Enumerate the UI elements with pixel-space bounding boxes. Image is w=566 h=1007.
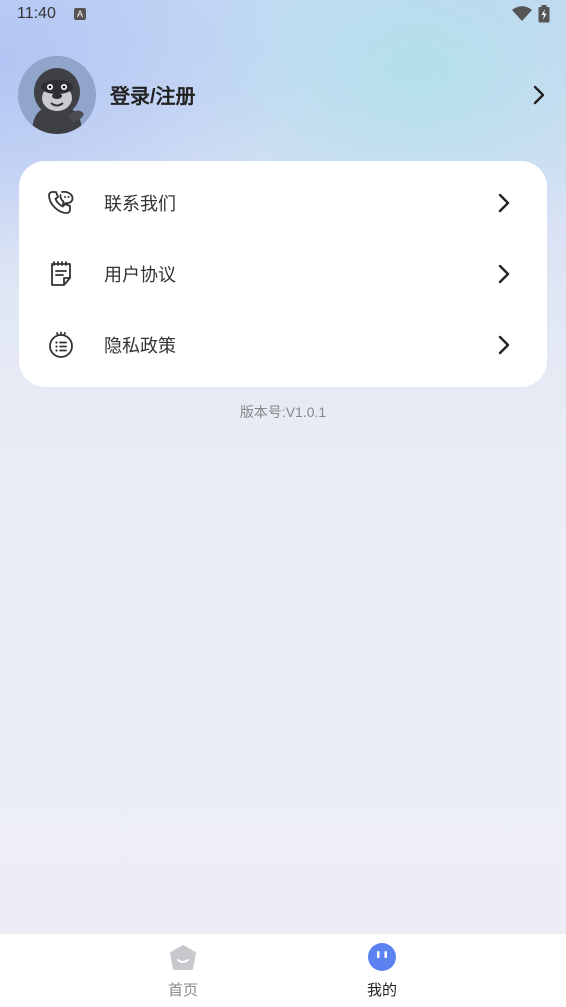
tab-bar: 首页 我的 bbox=[0, 933, 566, 1007]
wifi-icon bbox=[512, 6, 532, 21]
menu-item-label: 隐私政策 bbox=[104, 336, 176, 356]
menu-item-contact-us[interactable]: 联系我们 bbox=[19, 168, 547, 238]
chevron-right-icon bbox=[498, 264, 510, 284]
chevron-right-icon bbox=[498, 335, 510, 355]
menu-card: 联系我们 用户协议 隐私政策 bbox=[19, 161, 547, 387]
notification-icon: A bbox=[74, 8, 86, 20]
chevron-right-icon bbox=[498, 193, 510, 213]
menu-item-user-agreement[interactable]: 用户协议 bbox=[19, 239, 547, 309]
tab-label: 首页 bbox=[167, 982, 198, 999]
home-tab-icon bbox=[170, 945, 196, 970]
tab-home[interactable]: 首页 bbox=[113, 934, 253, 1007]
document-icon bbox=[51, 261, 71, 286]
menu-item-label: 联系我们 bbox=[104, 194, 176, 214]
status-bar: 11:40 A bbox=[0, 0, 566, 30]
avatar[interactable] bbox=[18, 56, 96, 134]
menu-item-label: 用户协议 bbox=[104, 265, 176, 285]
menu-item-privacy-policy[interactable]: 隐私政策 bbox=[19, 310, 547, 380]
gorilla-avatar-icon bbox=[18, 56, 96, 134]
chevron-right-icon[interactable] bbox=[532, 84, 546, 106]
profile-tab-icon bbox=[368, 943, 396, 971]
list-face-icon bbox=[49, 331, 73, 358]
version-label: 版本号:V1.0.1 bbox=[239, 404, 327, 420]
tab-mine[interactable]: 我的 bbox=[312, 934, 452, 1007]
battery-icon bbox=[538, 5, 550, 23]
page-background bbox=[0, 0, 566, 1006]
tab-label: 我的 bbox=[366, 982, 397, 999]
status-time: 11:40 bbox=[17, 5, 56, 22]
login-register-link[interactable]: 登录/注册 bbox=[110, 80, 196, 109]
phone-chat-icon bbox=[48, 190, 74, 214]
